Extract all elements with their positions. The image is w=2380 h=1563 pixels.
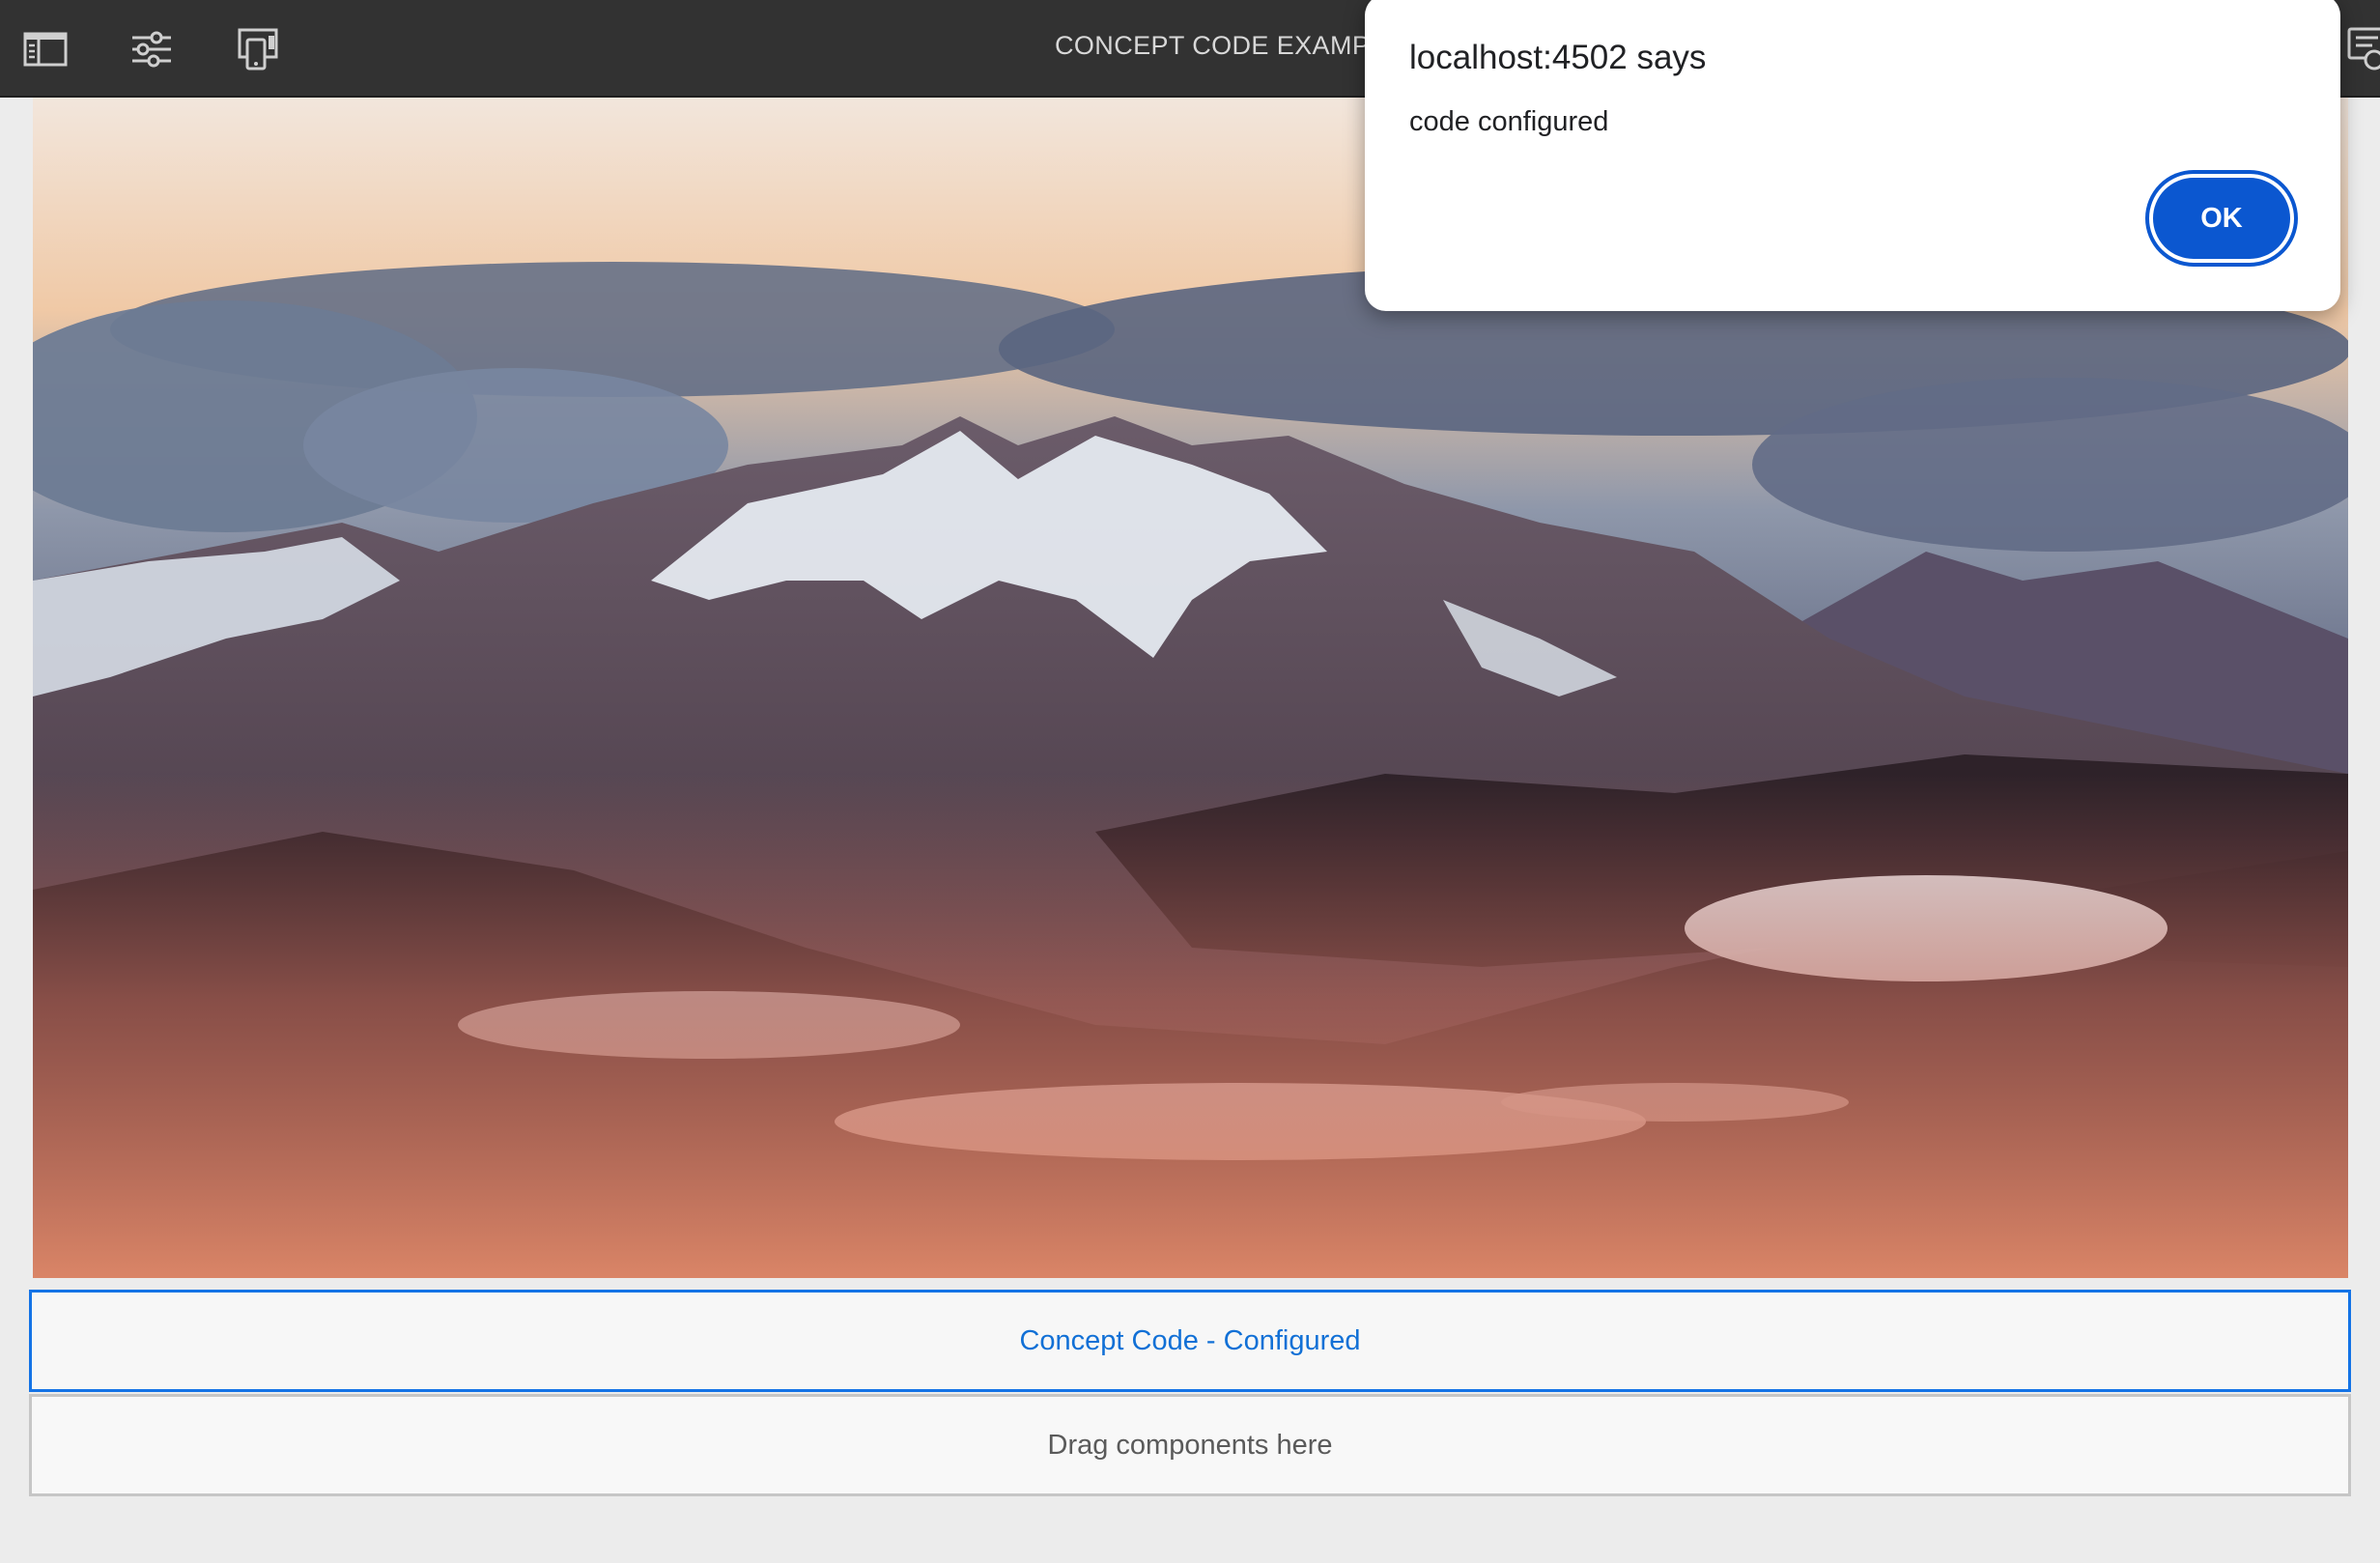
side-panel-icon	[23, 31, 68, 68]
dialog-message: code configured	[1409, 106, 1609, 137]
page-canvas: Concept Code - Configured Drag component…	[0, 98, 2380, 1563]
toggle-side-panel-button[interactable]	[19, 23, 71, 75]
page-title: CONCEPT CODE EXAMPLE	[1055, 31, 1403, 60]
drag-components-drop-zone[interactable]: Drag components here	[29, 1394, 2351, 1496]
annotations-icon[interactable]	[2345, 25, 2380, 73]
concept-code-component[interactable]: Concept Code - Configured	[29, 1290, 2351, 1392]
ok-button[interactable]: OK	[2149, 174, 2294, 263]
dialog-title: localhost:4502 says	[1409, 39, 1707, 76]
device-emulator-icon	[238, 28, 278, 71]
emulator-button[interactable]	[232, 23, 284, 75]
alert-dialog: localhost:4502 says code configured OK	[1365, 0, 2340, 311]
page-properties-button[interactable]	[126, 23, 178, 75]
sliders-icon	[130, 31, 173, 68]
